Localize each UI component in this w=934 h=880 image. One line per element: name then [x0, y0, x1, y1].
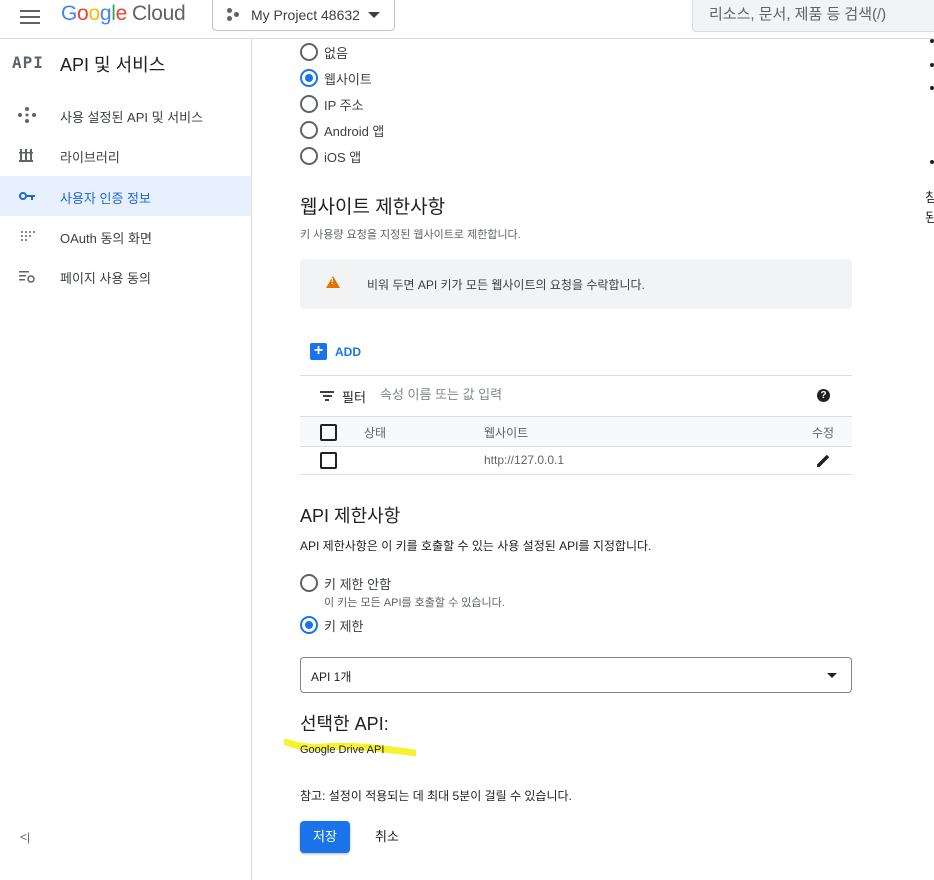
- sidebar-item-library[interactable]: 라이브러리: [0, 135, 251, 175]
- diamond-dots-icon: [18, 107, 36, 123]
- radio-dont-restrict-key[interactable]: [300, 574, 318, 592]
- sidebar: API API 및 서비스 사용 설정된 API 및 서비스 라이브러리 사용자…: [0, 39, 252, 880]
- api-select-value: API 1개: [311, 670, 352, 684]
- api-restrictions-description: API 제한사항은 이 키를 호출할 수 있는 사용 설정된 API를 지정합니…: [300, 539, 652, 553]
- add-icon: +: [310, 343, 327, 360]
- save-button[interactable]: 저장: [300, 821, 350, 853]
- bullet: [930, 86, 934, 90]
- select-all-checkbox[interactable]: [320, 424, 337, 441]
- search-bar[interactable]: [692, 0, 934, 32]
- dotted-grid-icon: [18, 228, 36, 244]
- sidebar-title: API 및 서비스: [60, 55, 166, 75]
- api-logo-icon: API: [12, 53, 44, 72]
- cut-text: 침: [925, 190, 934, 205]
- sidebar-item-label: 페이지 사용 동의: [60, 271, 151, 286]
- settings-delay-note: 참고: 설정이 적용되는 데 최대 5분이 걸릴 수 있습니다.: [300, 789, 572, 803]
- help-icon[interactable]: ?: [817, 389, 830, 402]
- top-bar: Google Cloud My Project 48632: [0, 0, 934, 39]
- column-header-website[interactable]: 웹사이트: [484, 424, 528, 441]
- filter-icon: [320, 391, 334, 401]
- radio-ip-address-label: IP 주소: [324, 98, 364, 113]
- bullet: [930, 160, 934, 164]
- radio-restrict-key[interactable]: [300, 616, 318, 634]
- project-selector[interactable]: My Project 48632: [212, 0, 395, 31]
- column-header-status[interactable]: 상태: [364, 424, 386, 441]
- right-side-panel-edge: 침 된: [918, 39, 934, 339]
- filter-input[interactable]: [380, 387, 760, 402]
- warning-icon: [326, 276, 340, 288]
- collapse-sidebar-button[interactable]: <|: [20, 830, 30, 844]
- library-icon: [18, 147, 36, 163]
- menu-icon[interactable]: [20, 7, 40, 24]
- sidebar-item-credentials[interactable]: 사용자 인증 정보: [0, 176, 251, 216]
- sidebar-item-label: 사용 설정된 API 및 서비스: [60, 110, 204, 125]
- cancel-button[interactable]: 취소: [366, 821, 408, 853]
- chevron-down-icon: [827, 673, 837, 678]
- cut-text: 된: [925, 210, 934, 225]
- radio-websites[interactable]: [300, 69, 318, 87]
- row-website: http://127.0.0.1: [484, 453, 565, 467]
- project-name: My Project 48632: [251, 7, 360, 23]
- warning-text: 비워 두면 API 키가 모든 웹사이트의 요청을 수락합니다.: [367, 278, 645, 292]
- column-header-edit: 수정: [812, 426, 835, 440]
- api-restrictions-title: API 제한사항: [300, 506, 401, 526]
- radio-none[interactable]: [300, 43, 318, 61]
- radio-restrict-key-label: 키 제한: [324, 619, 364, 634]
- filter-label: 필터: [342, 390, 366, 405]
- main-content: 없음 웹사이트 IP 주소 Android 앱 iOS 앱 웹사이트 제한사항 …: [252, 39, 934, 880]
- radio-ip-address[interactable]: [300, 95, 318, 113]
- sidebar-item-label: 사용자 인증 정보: [60, 191, 151, 206]
- radio-dont-restrict-key-label: 키 제한 안함: [324, 577, 392, 592]
- radio-ios-apps-label: iOS 앱: [324, 150, 362, 165]
- chevron-down-icon: [368, 12, 380, 18]
- website-restrictions-subtitle: 키 사용량 요청을 지정된 웹사이트로 제한합니다.: [300, 229, 521, 241]
- sidebar-item-oauth-consent[interactable]: OAuth 동의 화면: [0, 216, 251, 256]
- add-label: ADD: [335, 345, 361, 359]
- warning-banner: 비워 두면 API 키가 모든 웹사이트의 요청을 수락합니다.: [300, 259, 852, 309]
- row-checkbox[interactable]: [320, 452, 337, 469]
- radio-android-apps-label: Android 앱: [324, 124, 385, 139]
- selected-api-name: Google Drive API: [300, 744, 385, 756]
- sidebar-item-label: OAuth 동의 화면: [60, 231, 152, 246]
- sidebar-item-page-usage-agreements[interactable]: 페이지 사용 동의: [0, 256, 251, 296]
- sidebar-header: API API 및 서비스: [0, 39, 251, 85]
- radio-android-apps[interactable]: [300, 121, 318, 139]
- selected-apis-title: 선택한 API:: [300, 714, 389, 734]
- filter-bar: 필터 ?: [300, 375, 852, 416]
- settings-list-icon: [18, 268, 36, 284]
- search-input[interactable]: [707, 5, 931, 24]
- key-icon: [18, 188, 36, 204]
- radio-ios-apps[interactable]: [300, 147, 318, 165]
- sidebar-item-label: 라이브러리: [60, 150, 120, 165]
- api-select-dropdown[interactable]: API 1개: [300, 657, 852, 693]
- table-header: 상태 웹사이트 수정: [300, 416, 852, 447]
- radio-dont-restrict-key-help: 이 키는 모든 API를 호출할 수 있습니다.: [324, 597, 505, 609]
- sidebar-item-enabled-apis[interactable]: 사용 설정된 API 및 서비스: [0, 95, 251, 135]
- radio-websites-label: 웹사이트: [324, 72, 372, 87]
- table-row: http://127.0.0.1: [300, 446, 852, 475]
- bullet: [930, 39, 934, 43]
- project-icon: [227, 8, 241, 22]
- bullet: [930, 63, 934, 67]
- edit-icon[interactable]: [815, 451, 833, 469]
- radio-none-label: 없음: [324, 46, 348, 61]
- website-restrictions-title: 웹사이트 제한사항: [300, 197, 446, 218]
- google-cloud-logo[interactable]: Google Cloud: [61, 2, 186, 26]
